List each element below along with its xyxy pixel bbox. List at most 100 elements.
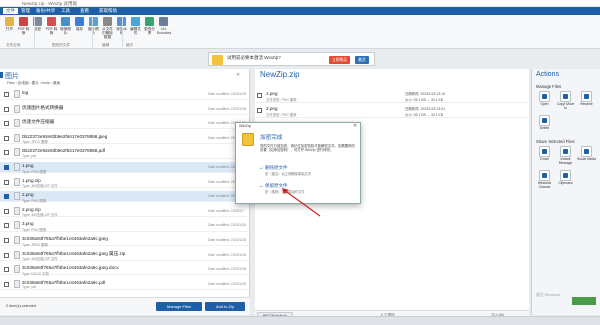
file-checkbox[interactable] — [4, 223, 9, 229]
action-instant-message[interactable]: Instant Message — [556, 146, 575, 165]
file-icon — [14, 192, 20, 201]
file-checkbox[interactable] — [4, 252, 9, 258]
file-name: 3c038a94f765a7ff4be1c6463afe2a9c.jpeg.do… — [22, 265, 119, 271]
manage-files-heading: Manage Files — [536, 84, 562, 89]
ribbon-button[interactable]: 缩小照片 — [87, 17, 100, 35]
ribbon-button[interactable]: UU Encoded — [157, 17, 172, 35]
file-row[interactable]: 0b22372e92e83b9e2f6417e0378958.pdf Type: … — [0, 147, 250, 159]
annotation-arrow — [282, 188, 321, 217]
file-checkbox[interactable] — [4, 194, 9, 200]
activate-button[interactable]: 激活 — [355, 56, 369, 64]
file-checkbox[interactable] — [4, 92, 9, 97]
tab-backup-share[interactable]: 备份/共享 — [33, 8, 58, 14]
file-row[interactable]: 优速文件压缩器 Date modified: 2023/1/28 — [0, 118, 250, 130]
file-row[interactable]: 3c038a94f765a7ff4be1c6463afe2a9c.jpeg Typ… — [0, 235, 250, 247]
action-clipboard[interactable]: Clipboard — [556, 170, 575, 186]
ribbon-button-label: 保存 — [75, 27, 84, 31]
file-name: 1.png.zip — [22, 177, 41, 183]
file-checkbox[interactable] — [4, 281, 9, 287]
ribbon-button[interactable]: PDF 转换 — [17, 17, 30, 35]
tab-help[interactable]: 获取帮助 — [96, 8, 120, 14]
action-rename[interactable]: Rename — [577, 91, 596, 107]
delete-original-option[interactable]: → 删除原文件 是（建议）后立即删除原始文件 — [258, 165, 356, 179]
zip-entry-row[interactable]: 2.png 文件类型: PNG 图像 日期修改: 2023/1/29 13:21 大小… — [255, 104, 529, 118]
tray-thumbnail — [572, 297, 596, 305]
file-row[interactable]: 0b22372e92e83b9e2f6417e0378958.jpeg Type:… — [0, 133, 250, 144]
action-label: Delete — [539, 126, 550, 130]
file-checkbox[interactable] — [4, 208, 9, 214]
file-name: 3c038a94f765a7ff4be1c6463afe2a9c.jpeg — [22, 236, 108, 241]
buy-now-button[interactable]: 立即购买 — [329, 56, 351, 64]
file-type: Type: 360压缩 ZIP 文件 — [22, 257, 58, 262]
ribbon-button-label: 加密 — [33, 27, 42, 31]
tab-manage[interactable]: 管理 — [18, 8, 33, 14]
action-label: Copy/ Move to — [556, 102, 575, 110]
file-row[interactable]: 2.png.zip Type: 360压缩 ZIP 文件 Date modified… — [0, 206, 250, 217]
file-checkbox[interactable] — [4, 238, 9, 243]
breadcrumb[interactable]: Files › 此电脑 › 图片 › tools › 桌面 — [7, 81, 60, 86]
action-delete[interactable]: Delete — [535, 115, 554, 131]
file-row[interactable]: log Date modified: 2023/1/28 — [0, 89, 250, 101]
action-icon — [539, 115, 550, 126]
file-type: Type: JPEG 图像 — [22, 140, 48, 145]
file-row[interactable]: 1.png.zip Type: 360压缩 ZIP 文件 Date modified… — [0, 177, 250, 188]
file-type: Type: PNG 图像 — [22, 198, 47, 203]
action-icon — [539, 170, 550, 181]
tab-tools[interactable]: 工具 — [58, 8, 73, 14]
action-open[interactable]: Open — [535, 91, 554, 107]
file-type: Type: PNG 图像 — [22, 227, 47, 232]
add-to-zip-button[interactable]: Add to Zip — [205, 302, 245, 311]
ribbon-button[interactable]: 转换照片 — [59, 17, 72, 35]
action-copy-move-to[interactable]: Copy/ Move to — [556, 91, 575, 110]
file-checkbox[interactable] — [4, 106, 9, 112]
tab-file[interactable]: 文件 — [3, 8, 18, 14]
manage-files-button[interactable]: Manage Files — [156, 302, 202, 311]
file-name: 3c038a94f765a7ff4be1c6463afe2a9c.pdf — [22, 279, 106, 285]
share-files-heading: Share Selected Files — [536, 139, 575, 144]
file-row[interactable]: 1.png Type: PNG 图像 Date modified: 2023/1/2… — [0, 162, 250, 174]
ribbon-button[interactable]: 编辑文件 — [129, 17, 142, 35]
ribbon-button[interactable]: PDF 转换 — [45, 17, 58, 35]
file-checkbox[interactable] — [4, 135, 9, 141]
zip-entry-checkbox[interactable] — [257, 93, 262, 98]
zip-entry-row[interactable]: 1.png 文件类型: PNG 图像 日期修改: 2023/1/29 13:10 大小… — [255, 89, 529, 103]
zip-entry-checkbox[interactable] — [257, 108, 262, 113]
file-checkbox[interactable] — [4, 165, 9, 170]
file-row[interactable]: 3c038a94f765a7ff4be1c6463afe2a9c.jpeg.do… — [0, 264, 250, 276]
ribbon-button[interactable]: 更改分享 — [143, 17, 156, 35]
action-email[interactable]: Email — [535, 146, 554, 162]
action-social-media[interactable]: Social Media — [577, 146, 596, 162]
file-date: Date modified: 2023/1/7 — [208, 208, 245, 213]
file-date: Date modified: 2023/1/28 — [208, 267, 246, 272]
action-icon — [560, 170, 571, 181]
ribbon-button[interactable]: 打开 — [3, 17, 16, 31]
ad-banner[interactable]: 试用前必要本激活 WinZip? 立即购买 激活 — [208, 52, 375, 66]
file-checkbox[interactable] — [4, 121, 9, 127]
ribbon-button-label: 编辑文件 — [130, 27, 141, 35]
ribbon-button-label: 缩小照片 — [88, 27, 99, 35]
ribbon-button[interactable]: 保存 — [73, 17, 86, 31]
dialog-close-icon[interactable]: ✕ — [353, 123, 357, 129]
group-label-edit: 编辑 — [102, 43, 110, 47]
folder-accent-icon — [0, 72, 3, 78]
ribbon-button[interactable]: 加密 — [31, 17, 44, 31]
close-icon[interactable]: ✕ — [236, 72, 240, 78]
tab-view[interactable]: 查看 — [77, 8, 92, 14]
action-windows-charms[interactable]: Windows Charms — [535, 170, 554, 189]
ribbon-button-label: UU Encoded — [157, 27, 172, 35]
file-row[interactable]: 3c038a94f765a7ff4be1c6463afe2a9c.jpeg 属压… — [0, 250, 250, 261]
file-checkbox[interactable] — [4, 267, 9, 273]
file-icon — [14, 265, 20, 274]
file-row[interactable]: 3c038a94f765a7ff4be1c6463afe2a9c.pdf Type… — [0, 279, 250, 291]
file-checkbox[interactable] — [4, 150, 9, 156]
action-label: Open — [540, 102, 549, 106]
file-checkbox[interactable] — [4, 179, 9, 185]
ribbon-button[interactable]: 从文件中删除数据 — [101, 17, 114, 39]
file-date: Date modified: 2023/1/28 — [208, 223, 246, 228]
action-label: Windows Charms — [537, 181, 552, 189]
file-row[interactable]: 2.png Type: PNG 图像 Date modified: 2023/1/2… — [0, 191, 250, 203]
file-row[interactable]: 优速图片格式转换器 Date modified: 2023/1/28 — [0, 104, 250, 115]
ribbon: 打开PDF 转换加密PDF 转换转换照片保存缩小照片从文件中删除数据添加水印编辑… — [0, 15, 600, 49]
file-row[interactable]: 3.png Type: PNG 图像 Date modified: 2023/1/2… — [0, 220, 250, 232]
file-type: Type: DOCX 文档 — [22, 271, 49, 276]
